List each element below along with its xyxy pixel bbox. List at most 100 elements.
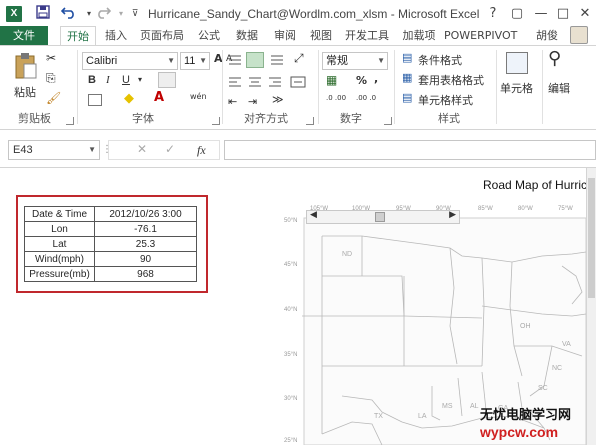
lon-label: 85°W	[478, 206, 493, 212]
paste-icon[interactable]	[14, 52, 38, 82]
fill-color-icon[interactable]: ◆	[124, 92, 134, 105]
cell-styles-icon[interactable]: ▤	[402, 92, 412, 103]
redo-icon[interactable]	[94, 5, 112, 23]
borders-icon[interactable]	[88, 94, 102, 106]
underline-dropdown-icon[interactable]: ▾	[138, 76, 142, 84]
insert-function-icon[interactable]: fx	[197, 143, 206, 158]
hurricane-data-table: Date & Time 2012/10/26 3:00 Lon -76.1 Lat 2…	[24, 206, 197, 282]
tab-powerpivot[interactable]: POWERPIVOT	[444, 26, 517, 46]
cell-value[interactable]: 90	[94, 251, 197, 267]
editing-group-label[interactable]: 编辑	[548, 80, 570, 96]
paste-label[interactable]: 粘贴	[14, 84, 36, 100]
cell-label[interactable]: Lon	[24, 221, 95, 237]
table-row: Wind(mph) 90	[24, 251, 197, 267]
align-middle-icon[interactable]	[246, 52, 264, 68]
find-binoculars-icon[interactable]: ⚲	[548, 50, 561, 68]
merge-center-icon[interactable]	[290, 76, 306, 90]
ribbon-tabs: 文件 开始 插入 页面布局 公式 数据 审阅 视图 开发工具 加载项 POWER…	[0, 26, 596, 46]
cell-styles-button[interactable]: 单元格样式	[418, 92, 473, 108]
tab-data[interactable]: 数据	[232, 26, 262, 46]
vertical-scroll-thumb[interactable]	[588, 178, 595, 298]
undo-icon[interactable]	[60, 5, 78, 23]
align-top-icon[interactable]	[228, 54, 242, 68]
align-left-icon[interactable]	[228, 76, 242, 90]
tab-file[interactable]: 文件	[0, 26, 48, 46]
tab-view[interactable]: 视图	[306, 26, 336, 46]
table-row: Date & Time 2012/10/26 3:00	[24, 206, 197, 222]
font-launcher-icon[interactable]	[212, 117, 220, 125]
tab-insert[interactable]: 插入	[100, 26, 132, 46]
clipboard-launcher-icon[interactable]	[66, 117, 74, 125]
cell-value[interactable]: -76.1	[94, 221, 197, 237]
orientation-icon[interactable]: ⤢	[294, 52, 304, 64]
tab-add-ins[interactable]: 加载项	[400, 26, 438, 46]
text-direction-icon[interactable]: ≫	[272, 94, 284, 105]
font-size-select[interactable]: 11 ▼	[180, 52, 210, 70]
save-icon[interactable]	[34, 5, 52, 23]
font-color-a-icon[interactable]	[158, 72, 176, 88]
conditional-format-button[interactable]: 条件格式	[418, 52, 462, 68]
map-scrollbar[interactable]: ◀ ▶	[306, 210, 460, 224]
align-right-icon[interactable]	[268, 76, 282, 90]
bold-button[interactable]: B	[88, 74, 96, 86]
map-scroll-left-icon[interactable]: ◀	[310, 210, 317, 220]
underline-button[interactable]: U	[122, 74, 130, 86]
lon-label: 80°W	[518, 206, 533, 212]
accounting-format-icon[interactable]: ▦	[326, 74, 337, 86]
align-center-icon[interactable]	[248, 76, 262, 90]
cancel-icon[interactable]: ✕	[137, 142, 147, 156]
close-button[interactable]: ✕	[574, 4, 596, 24]
cell-value[interactable]: 968	[94, 266, 197, 282]
tab-page-layout[interactable]: 页面布局	[138, 26, 186, 46]
align-bottom-icon[interactable]	[270, 54, 284, 68]
increase-decimal-button[interactable]: .0 .00	[326, 94, 348, 102]
cut-icon[interactable]: ✂	[46, 52, 56, 64]
minimize-button[interactable]: —	[530, 4, 552, 24]
map-scroll-thumb[interactable]	[375, 212, 385, 222]
cells-group-label[interactable]: 单元格	[500, 80, 533, 96]
percent-style-button[interactable]: %	[356, 74, 367, 87]
format-painter-icon[interactable]: 🖌	[46, 92, 61, 104]
map-scroll-right-icon[interactable]: ▶	[449, 210, 456, 220]
tab-formulas[interactable]: 公式	[194, 26, 224, 46]
comma-style-button[interactable]: ,	[374, 72, 378, 85]
decrease-decimal-button[interactable]: .00 .0	[356, 94, 378, 102]
name-box[interactable]: E43 ▼	[8, 140, 100, 160]
cell-label[interactable]: Lat	[24, 236, 95, 252]
cell-value[interactable]: 25.3	[94, 236, 197, 252]
cell-label[interactable]: Wind(mph)	[24, 251, 95, 267]
lat-label: 40°N	[284, 307, 297, 313]
tab-developer[interactable]: 开发工具	[342, 26, 392, 46]
ribbon-display-button[interactable]: ▢	[506, 4, 528, 24]
maximize-button[interactable]: □	[552, 4, 574, 24]
enter-icon[interactable]: ✓	[165, 142, 175, 156]
formula-input[interactable]	[224, 140, 596, 160]
format-as-table-button[interactable]: 套用表格格式	[418, 72, 484, 88]
conditional-format-icon[interactable]: ▤	[402, 52, 412, 63]
cell-value[interactable]: 2012/10/26 3:00	[94, 206, 197, 222]
user-name[interactable]: 胡俊	[532, 26, 562, 46]
decrease-indent-icon[interactable]: ⇤	[228, 96, 237, 107]
increase-indent-icon[interactable]: ⇥	[248, 96, 257, 107]
cell-label[interactable]: Date & Time	[24, 206, 95, 222]
copy-icon[interactable]: ⎘	[46, 72, 56, 84]
cells-icon[interactable]	[506, 52, 528, 74]
excel-logo-icon[interactable]: X	[6, 6, 22, 22]
tab-home[interactable]: 开始	[60, 26, 96, 46]
italic-button[interactable]: I	[106, 74, 110, 86]
alignment-group-label: 对齐方式	[244, 112, 288, 125]
number-format-select[interactable]: 常规 ▼	[322, 52, 388, 70]
format-as-table-icon[interactable]: ▦	[402, 72, 412, 83]
cell-label[interactable]: Pressure(mb)	[24, 266, 95, 282]
help-button[interactable]: ?	[482, 4, 504, 24]
phonetic-guide-button[interactable]: wén	[190, 92, 207, 101]
avatar[interactable]	[570, 26, 588, 44]
font-color-icon[interactable]: A	[154, 91, 164, 104]
alignment-launcher-icon[interactable]	[306, 117, 314, 125]
customize-qat-icon[interactable]: ⊽	[126, 5, 144, 23]
tab-review[interactable]: 审阅	[270, 26, 300, 46]
number-launcher-icon[interactable]	[384, 117, 392, 125]
font-name-select[interactable]: Calibri ▼	[82, 52, 178, 70]
watermark: 无忧电脑学习网 wypcw.com	[480, 404, 590, 440]
state-label: AL	[470, 403, 479, 410]
